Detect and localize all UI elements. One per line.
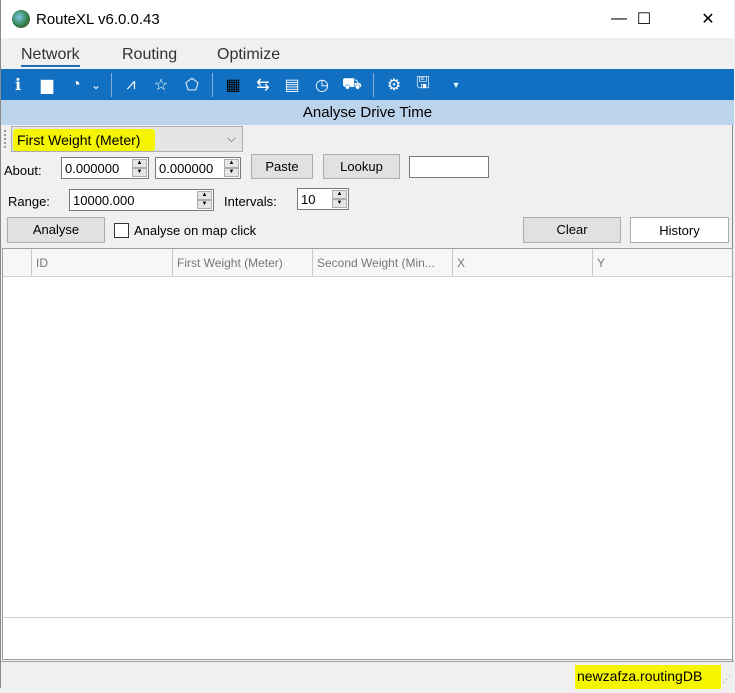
column-header-second-weight[interactable]: Second Weight (Min...: [312, 249, 452, 277]
toolbar-separator: [212, 73, 213, 97]
range-spinner[interactable]: ▲ ▼: [197, 191, 212, 209]
panel-title: Analyse Drive Time: [1, 100, 734, 125]
tab-optimize[interactable]: Optimize: [217, 46, 280, 64]
toolbar: ℹ ▆ ◔ ⌄ ⩘ ☆ ⬠ ▦ ⇆ ▤ ◷ ⛟ ⚙ 🖫 ▾: [1, 69, 734, 100]
weight-select[interactable]: First Weight (Meter) ⌵: [11, 126, 243, 152]
analyse-on-map-click-checkbox[interactable]: [114, 223, 129, 238]
about-x-spinner[interactable]: ▲ ▼: [132, 159, 147, 177]
resize-grip-icon[interactable]: ⋰: [722, 674, 731, 685]
analyse-on-map-click-label[interactable]: Analyse on map click: [134, 223, 256, 238]
column-header-x[interactable]: X: [452, 249, 592, 277]
spin-down-icon[interactable]: ▼: [224, 168, 239, 177]
chevron-down-icon: ⌵: [226, 131, 236, 145]
grid-divider: [3, 617, 732, 618]
lookup-input[interactable]: [409, 156, 489, 178]
spin-down-icon[interactable]: ▼: [132, 168, 147, 177]
close-button[interactable]: ✕: [685, 0, 731, 38]
spin-down-icon[interactable]: ▼: [332, 199, 347, 208]
tab-routing[interactable]: Routing: [122, 46, 177, 64]
truck-clock-icon[interactable]: ◷: [310, 73, 334, 97]
column-header-first-weight[interactable]: First Weight (Meter): [172, 249, 312, 277]
intervals-input[interactable]: 10 ▲ ▼: [297, 188, 349, 210]
spin-up-icon[interactable]: ▲: [332, 190, 347, 199]
status-bar: newzafza.routingDB ⋰: [1, 661, 734, 689]
title-bar: RouteXL v6.0.0.43 — ☐ ✕: [1, 0, 734, 38]
results-grid[interactable]: ID First Weight (Meter) Second Weight (M…: [2, 248, 733, 660]
app-window: RouteXL v6.0.0.43 — ☐ ✕ Network Routing …: [0, 0, 734, 689]
road-icon[interactable]: ⩘: [119, 73, 143, 97]
settings-icon[interactable]: ⚙: [382, 73, 406, 97]
tab-network[interactable]: Network: [21, 46, 80, 67]
dropdown-chevron-icon[interactable]: ⌄: [84, 73, 108, 97]
grid-icon[interactable]: ▦: [221, 73, 245, 97]
spin-up-icon[interactable]: ▲: [224, 159, 239, 168]
column-header-y[interactable]: Y: [592, 249, 732, 277]
polygon-icon[interactable]: ⬠: [180, 73, 204, 97]
about-label: About:: [4, 163, 42, 178]
about-y-value: 0.000000: [159, 161, 214, 176]
toolbar-separator: [373, 73, 374, 97]
spin-up-icon[interactable]: ▲: [132, 159, 147, 168]
about-x-value: 0.000000: [65, 161, 120, 176]
range-input[interactable]: 10000.000 ▲ ▼: [69, 189, 214, 211]
lookup-button[interactable]: Lookup: [323, 154, 400, 179]
overflow-chevron-icon[interactable]: ▾: [444, 73, 468, 97]
about-y-spinner[interactable]: ▲ ▼: [224, 159, 239, 177]
info-icon[interactable]: ℹ: [6, 73, 30, 97]
grid-header: ID First Weight (Meter) Second Weight (M…: [3, 249, 732, 277]
ribbon-tabs: Network Routing Optimize: [1, 38, 734, 69]
toolstrip-grip[interactable]: [4, 130, 7, 148]
about-y-input[interactable]: 0.000000 ▲ ▼: [155, 157, 241, 179]
database-name: newzafza.routingDB: [577, 668, 703, 684]
intervals-label: Intervals:: [224, 194, 277, 209]
maximize-button[interactable]: ☐: [621, 0, 667, 38]
range-label: Range:: [8, 194, 50, 209]
intervals-spinner[interactable]: ▲ ▼: [332, 190, 347, 208]
document-folder-icon[interactable]: ▤: [280, 73, 304, 97]
folder-icon[interactable]: ▆: [35, 73, 59, 97]
clear-button[interactable]: Clear: [523, 217, 621, 243]
star-icon[interactable]: ☆: [149, 73, 173, 97]
weight-select-value: First Weight (Meter): [17, 132, 141, 148]
intervals-value: 10: [301, 192, 316, 207]
spin-down-icon[interactable]: ▼: [197, 200, 212, 209]
paste-button[interactable]: Paste: [251, 154, 313, 179]
history-button[interactable]: History: [630, 217, 729, 243]
range-value: 10000.000: [73, 193, 135, 208]
app-logo-icon: [12, 10, 30, 28]
group-transfer-icon[interactable]: ⇆: [251, 73, 275, 97]
spin-up-icon[interactable]: ▲: [197, 191, 212, 200]
about-x-input[interactable]: 0.000000 ▲ ▼: [61, 157, 149, 179]
truck-icon[interactable]: ⛟: [340, 73, 364, 97]
column-header-id[interactable]: ID: [31, 249, 172, 277]
save-icon[interactable]: 🖫: [411, 73, 435, 97]
analyse-button[interactable]: Analyse: [7, 217, 105, 243]
window-title: RouteXL v6.0.0.43: [36, 11, 160, 28]
toolbar-separator: [111, 73, 112, 97]
